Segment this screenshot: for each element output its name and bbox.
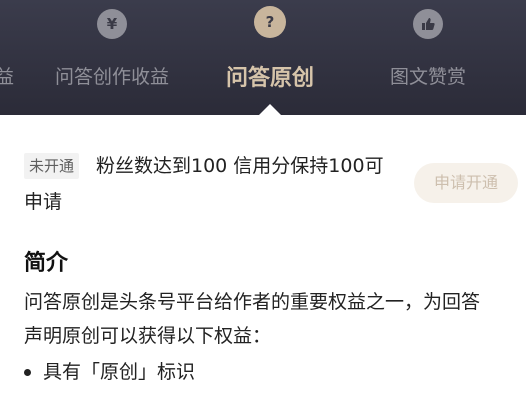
tab-label: 图文赞赏	[389, 66, 466, 88]
active-tab-pointer	[259, 104, 281, 115]
list-item-text: 具有「原创」标识	[43, 361, 196, 383]
bullet-icon	[24, 369, 31, 376]
main-content: 未开通 粉丝数达到100 信用分保持100可 申请 申请开通 简介 问答原创是头…	[0, 115, 526, 395]
requirement-text-cont: 申请	[24, 191, 63, 213]
requirement-text: 粉丝数达到100 信用分保持100可	[96, 155, 384, 177]
tab-qa-creation-earnings[interactable]: ¥ 问答创作收益	[48, 0, 176, 115]
tab-article-reward[interactable]: 图文赞赏	[378, 0, 478, 115]
apply-button[interactable]: 申请开通	[414, 163, 518, 203]
intro-text-cont: 声明原创可以获得以下权益：	[24, 325, 272, 347]
section-title: 简介	[24, 251, 69, 276]
tab-label: 问答原创	[225, 66, 314, 91]
list-item: 具有「原创」标识	[24, 357, 195, 384]
thumbs-up-icon	[413, 9, 443, 39]
intro-text: 问答原创是头条号平台给作者的重要权益之一，为回答	[24, 291, 481, 313]
tab-earnings[interactable]: 收益	[0, 0, 30, 115]
tab-label: 收益	[0, 66, 14, 88]
tab-qa-original[interactable]: ? 问答原创	[210, 0, 330, 115]
thumbs-up-icon	[422, 18, 435, 30]
question-icon: ?	[254, 6, 286, 38]
yuan-icon: ¥	[97, 9, 127, 39]
tab-header: 收益 ¥ 问答创作收益 ? 问答原创 图文赞赏	[0, 0, 526, 115]
status-badge: 未开通	[24, 153, 80, 179]
tab-label: 问答创作收益	[54, 66, 169, 88]
